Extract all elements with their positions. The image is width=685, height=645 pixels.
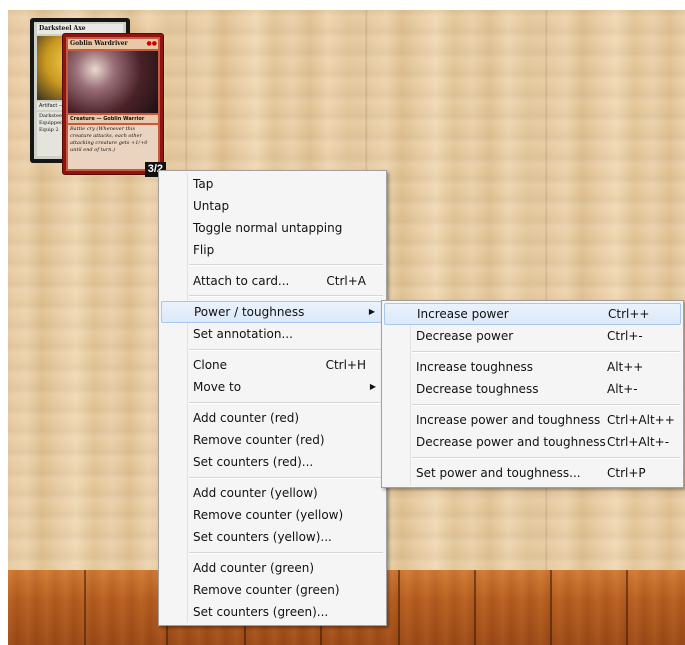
menu-item-shortcut: Ctrl+Alt+- bbox=[607, 435, 670, 449]
menu-item-add-counter-yellow[interactable]: Add counter (yellow) bbox=[161, 482, 384, 504]
menu-item-remove-counter-red[interactable]: Remove counter (red) bbox=[161, 429, 384, 451]
menu-item-label: Increase toughness bbox=[416, 360, 533, 374]
menu-separator bbox=[412, 351, 680, 353]
menu-separator bbox=[189, 402, 383, 404]
card-art bbox=[68, 51, 158, 113]
menu-item-shortcut: Alt+- bbox=[607, 382, 638, 396]
menu-item-increase-power[interactable]: Increase power Ctrl++ bbox=[384, 303, 681, 325]
menu-item-label: Increase power bbox=[417, 307, 509, 321]
menu-item-set-counters-yellow[interactable]: Set counters (yellow)... bbox=[161, 526, 384, 548]
menu-separator bbox=[189, 349, 383, 351]
menu-item-set-counters-green[interactable]: Set counters (green)... bbox=[161, 601, 384, 623]
menu-item-label: Untap bbox=[193, 199, 230, 213]
menu-item-label: Remove counter (green) bbox=[193, 583, 340, 597]
menu-item-label: Tap bbox=[193, 177, 214, 191]
menu-item-untap[interactable]: Untap bbox=[161, 195, 384, 217]
card-name: Goblin Wardriver bbox=[68, 39, 158, 49]
menu-item-decrease-power[interactable]: Decrease power Ctrl+- bbox=[384, 325, 681, 347]
menu-item-toggle-normal-untapping[interactable]: Toggle normal untapping bbox=[161, 217, 384, 239]
menu-item-shortcut: Ctrl+P bbox=[607, 466, 646, 480]
menu-item-move-to[interactable]: Move to ▶ bbox=[161, 376, 384, 398]
menu-item-increase-toughness[interactable]: Increase toughness Alt++ bbox=[384, 356, 681, 378]
menu-separator bbox=[189, 264, 383, 266]
menu-item-power-toughness[interactable]: Power / toughness ▶ bbox=[161, 301, 384, 323]
menu-separator bbox=[189, 552, 383, 554]
submenu-arrow-icon: ▶ bbox=[369, 382, 376, 391]
menu-item-tap[interactable]: Tap bbox=[161, 173, 384, 195]
menu-item-label: Add counter (red) bbox=[193, 411, 300, 425]
menu-item-shortcut: Ctrl+- bbox=[607, 329, 643, 343]
plank-divider bbox=[550, 570, 552, 645]
menu-item-label: Set counters (yellow)... bbox=[193, 530, 332, 544]
menu-item-add-counter-red[interactable]: Add counter (red) bbox=[161, 407, 384, 429]
plank-divider bbox=[84, 570, 86, 645]
menu-item-flip[interactable]: Flip bbox=[161, 239, 384, 261]
menu-item-label: Decrease power bbox=[416, 329, 514, 343]
menu-item-set-annotation[interactable]: Set annotation... bbox=[161, 323, 384, 345]
mana-cost-icon: ●● bbox=[146, 40, 157, 47]
menu-item-remove-counter-yellow[interactable]: Remove counter (yellow) bbox=[161, 504, 384, 526]
menu-item-remove-counter-green[interactable]: Remove counter (green) bbox=[161, 579, 384, 601]
card-type-line: Creature — Goblin Warrior bbox=[68, 115, 158, 123]
menu-item-clone[interactable]: Clone Ctrl+H bbox=[161, 354, 384, 376]
plank-divider bbox=[398, 570, 400, 645]
menu-item-label: Increase power and toughness bbox=[416, 413, 601, 427]
menu-item-label: Toggle normal untapping bbox=[193, 221, 343, 235]
menu-item-label: Add counter (yellow) bbox=[193, 486, 318, 500]
menu-item-shortcut: Ctrl++ bbox=[608, 307, 650, 321]
menu-item-shortcut: Ctrl+H bbox=[325, 358, 366, 372]
menu-item-label: Attach to card... bbox=[193, 274, 290, 288]
menu-item-decrease-power-and-toughness[interactable]: Decrease power and toughness Ctrl+Alt+- bbox=[384, 431, 681, 453]
menu-item-label: Set counters (red)... bbox=[193, 455, 314, 469]
menu-item-shortcut: Alt++ bbox=[607, 360, 644, 374]
menu-item-label: Remove counter (yellow) bbox=[193, 508, 344, 522]
menu-item-decrease-toughness[interactable]: Decrease toughness Alt+- bbox=[384, 378, 681, 400]
menu-item-increase-power-and-toughness[interactable]: Increase power and toughness Ctrl+Alt++ bbox=[384, 409, 681, 431]
power-toughness-submenu: Increase power Ctrl++ Decrease power Ctr… bbox=[381, 300, 684, 488]
menu-separator bbox=[412, 404, 680, 406]
menu-item-add-counter-green[interactable]: Add counter (green) bbox=[161, 557, 384, 579]
menu-item-label: Flip bbox=[193, 243, 215, 257]
menu-item-shortcut: Ctrl+A bbox=[326, 274, 366, 288]
submenu-arrow-icon: ▶ bbox=[368, 307, 375, 316]
plank-divider bbox=[626, 570, 628, 645]
card-frame: Goblin Wardriver ●● Creature — Goblin Wa… bbox=[66, 37, 160, 171]
menu-item-set-power-and-toughness[interactable]: Set power and toughness... Ctrl+P bbox=[384, 462, 681, 484]
menu-item-shortcut: Ctrl+Alt++ bbox=[607, 413, 675, 427]
menu-item-label: Set annotation... bbox=[193, 327, 293, 341]
menu-item-label: Decrease power and toughness bbox=[416, 435, 606, 449]
menu-item-label: Decrease toughness bbox=[416, 382, 539, 396]
card-goblin-wardriver[interactable]: Goblin Wardriver ●● Creature — Goblin Wa… bbox=[62, 33, 166, 177]
menu-item-set-counters-red[interactable]: Set counters (red)... bbox=[161, 451, 384, 473]
menu-item-label: Move to bbox=[193, 380, 242, 394]
menu-item-attach-to-card[interactable]: Attach to card... Ctrl+A bbox=[161, 270, 384, 292]
menu-item-label: Remove counter (red) bbox=[193, 433, 325, 447]
menu-item-label: Set power and toughness... bbox=[416, 466, 581, 480]
menu-item-label: Add counter (green) bbox=[193, 561, 315, 575]
card-context-menu: Tap Untap Toggle normal untapping Flip A… bbox=[158, 170, 387, 626]
menu-separator bbox=[189, 477, 383, 479]
menu-item-label: Set counters (green)... bbox=[193, 605, 329, 619]
menu-item-label: Power / toughness bbox=[194, 305, 305, 319]
menu-separator bbox=[189, 295, 383, 297]
menu-item-label: Clone bbox=[193, 358, 228, 372]
plank-divider bbox=[474, 570, 476, 645]
menu-separator bbox=[412, 457, 680, 459]
